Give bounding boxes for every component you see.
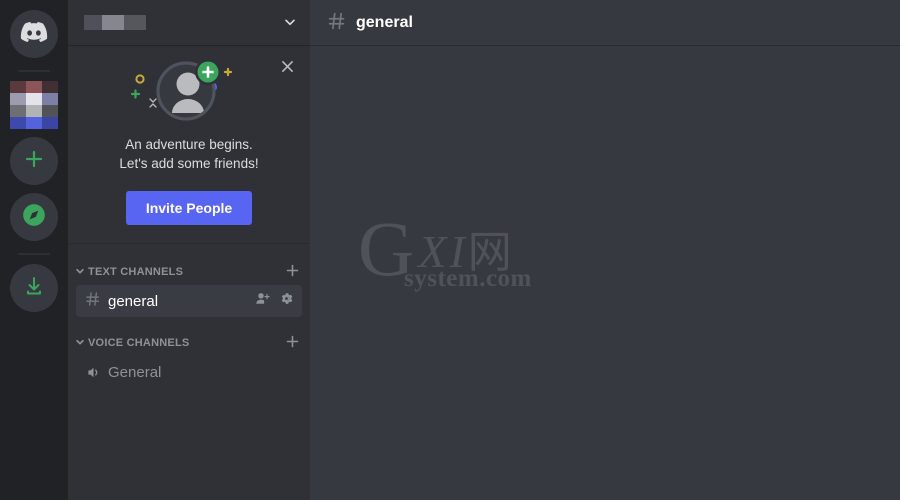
create-invite-icon[interactable] <box>255 291 271 312</box>
add-friend-avatar-illustration <box>78 57 300 127</box>
sidebar-voice-channel-general[interactable]: General <box>76 356 302 388</box>
channel-name: general <box>108 292 159 310</box>
category-voice-channels[interactable]: VOICE CHANNELS <box>68 331 310 355</box>
watermark: G XI 网 system.com <box>358 205 532 293</box>
hash-icon <box>326 10 348 36</box>
channel-sidebar: An adventure begins. Let's add some frie… <box>68 0 310 500</box>
server-header[interactable] <box>68 0 310 45</box>
server-rail <box>0 0 68 500</box>
compass-icon <box>21 202 47 233</box>
channel-header: general <box>310 0 900 45</box>
close-promo-button[interactable] <box>276 55 298 77</box>
rail-divider-2 <box>18 253 50 255</box>
channel-name: General <box>108 363 162 381</box>
watermark-brand: G <box>358 205 415 292</box>
watermark-cn: 网 <box>467 226 512 278</box>
chevron-down-icon <box>74 337 86 349</box>
add-server-button[interactable] <box>10 137 58 185</box>
server-icon-censored[interactable] <box>10 81 58 129</box>
download-apps-button[interactable] <box>10 264 58 312</box>
explore-servers-button[interactable] <box>10 193 58 241</box>
create-voice-channel-button[interactable] <box>283 334 302 352</box>
category-label: TEXT CHANNELS <box>88 266 184 278</box>
invite-promo-panel: An adventure begins. Let's add some frie… <box>68 45 310 244</box>
promo-line-2: Let's add some friends! <box>119 156 259 171</box>
rail-divider <box>18 70 50 72</box>
home-button[interactable] <box>10 10 58 58</box>
promo-line-1: An adventure begins. <box>125 137 253 152</box>
sidebar-channel-general[interactable]: general <box>76 285 302 317</box>
discord-logo-icon <box>19 17 49 52</box>
speaker-icon <box>84 364 102 381</box>
main-content: general G XI 网 system.com <box>310 0 900 500</box>
server-name-censored <box>84 15 146 30</box>
category-label: VOICE CHANNELS <box>88 337 190 349</box>
promo-text: An adventure begins. Let's add some frie… <box>78 135 300 173</box>
page-title: general <box>356 13 413 31</box>
edit-channel-gear-icon[interactable] <box>279 291 294 311</box>
hash-icon <box>84 290 102 312</box>
message-area: G XI 网 system.com <box>310 45 900 500</box>
category-text-channels[interactable]: TEXT CHANNELS <box>68 260 310 284</box>
channel-list: TEXT CHANNELS general VOICE CHANNELS Gen… <box>68 244 310 500</box>
chevron-down-icon <box>74 266 86 278</box>
watermark-sub: system.com <box>404 264 532 292</box>
plus-icon <box>22 147 46 176</box>
create-text-channel-button[interactable] <box>283 263 302 281</box>
chevron-down-icon <box>282 14 298 32</box>
watermark-mid: XI <box>418 225 468 277</box>
download-icon <box>22 274 46 303</box>
invite-people-button[interactable]: Invite People <box>125 191 253 225</box>
discord-app-window: An adventure begins. Let's add some frie… <box>0 0 900 500</box>
